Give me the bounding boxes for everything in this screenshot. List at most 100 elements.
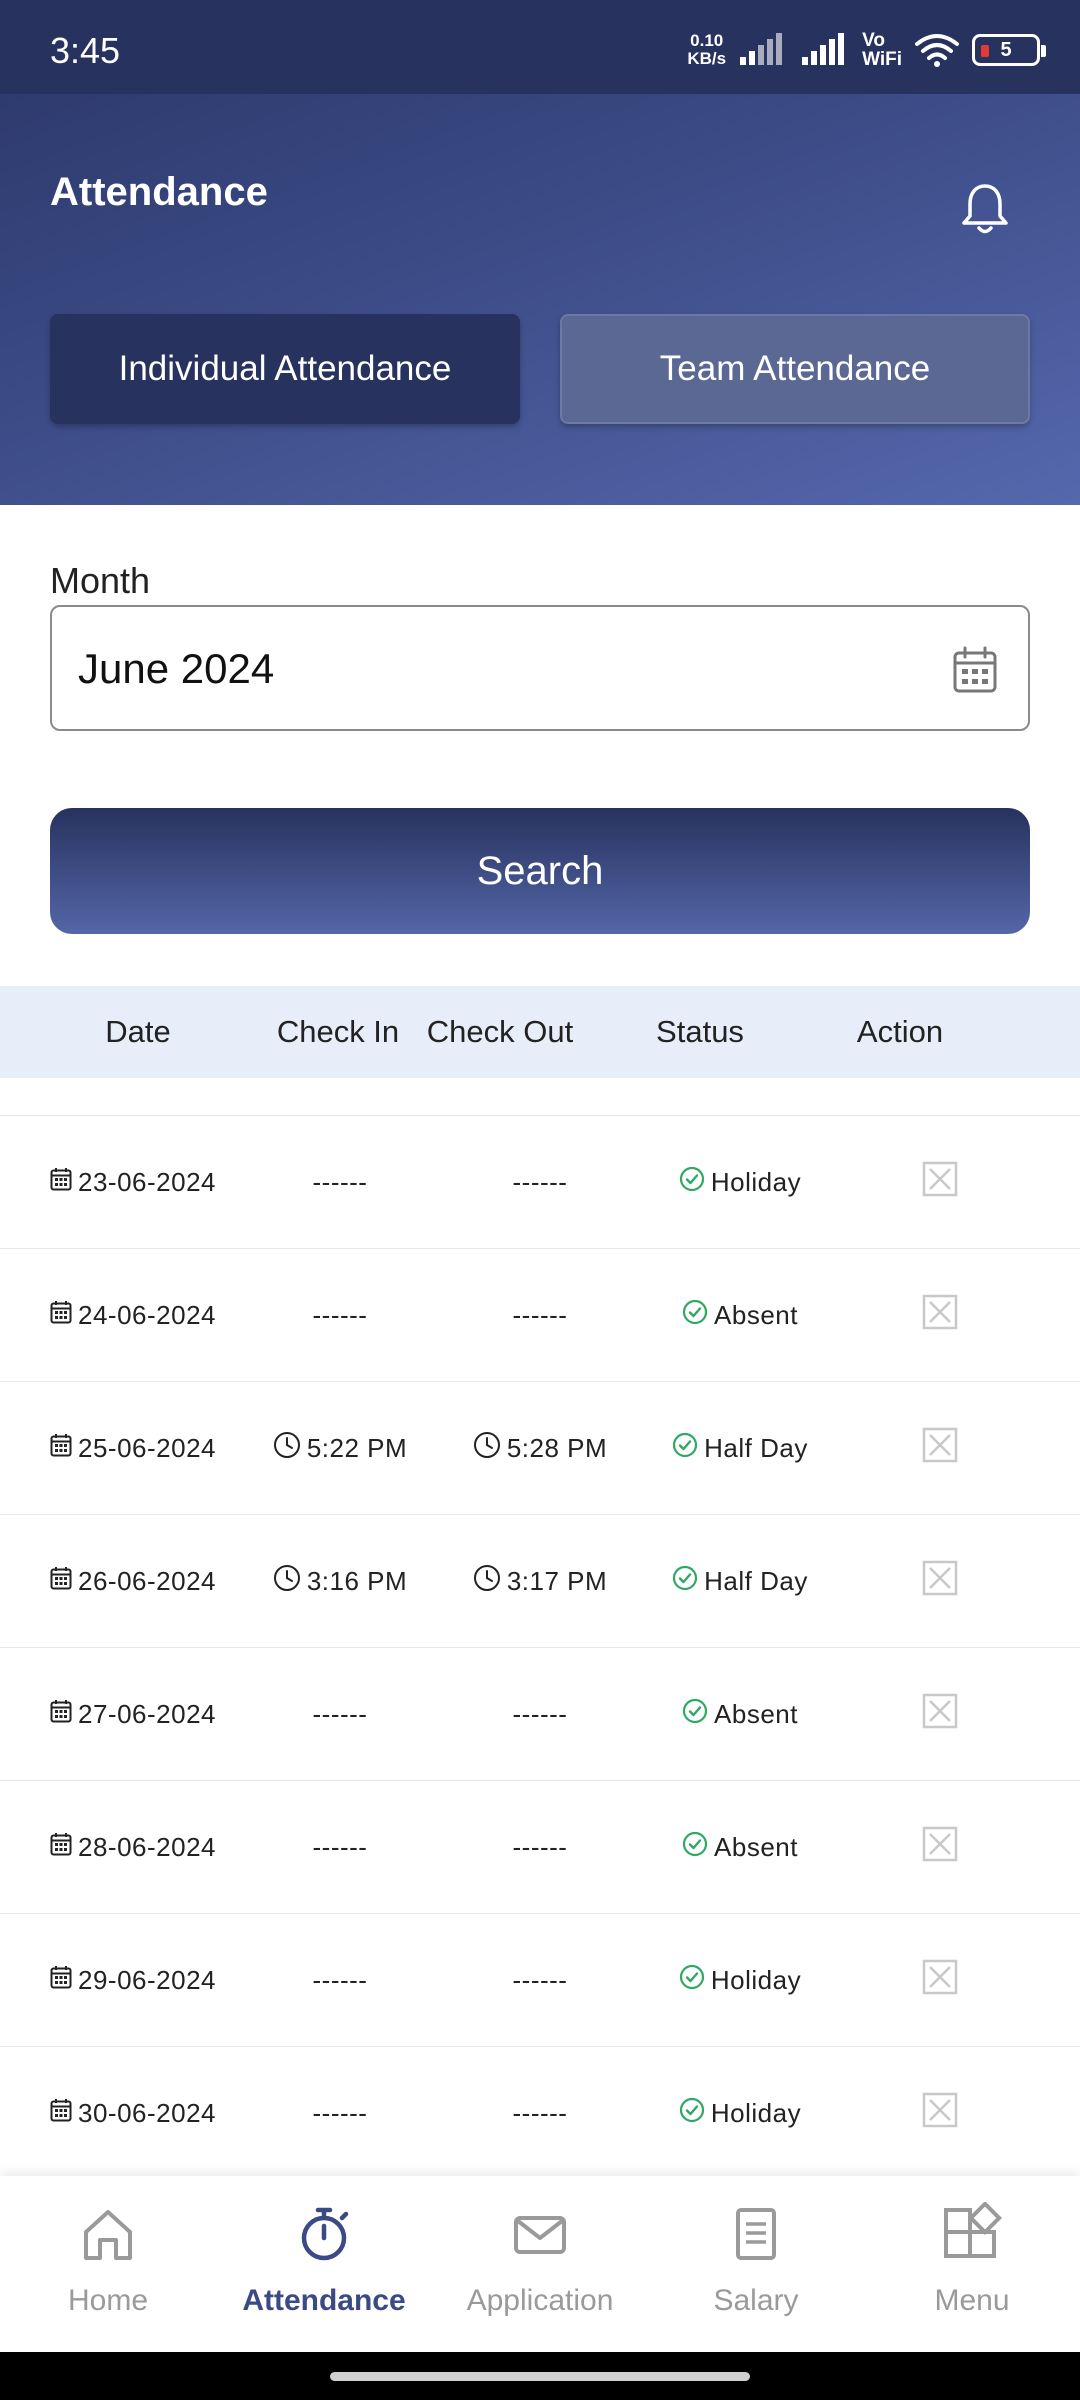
stopwatch-icon: [301, 2207, 349, 2261]
status-bar: 3:45 0.10 KB/s Vo WiFi 5: [0, 0, 1080, 94]
row-status: Holiday: [640, 1116, 840, 1249]
check-circle-icon: [682, 1299, 708, 1332]
row-check-out-text: 5:28 PM: [506, 1433, 608, 1463]
table-row: 23-06-2024 ------ ------ Holiday: [0, 1115, 1080, 1248]
vowifi-indicator: Vo WiFi: [862, 30, 902, 70]
tab-team-attendance[interactable]: Team Attendance: [560, 314, 1030, 424]
column-check-in: Check In: [276, 1014, 400, 1049]
nav-menu-label: Menu: [934, 2284, 1010, 2317]
row-check-in-text: ------: [312, 1699, 368, 1729]
row-check-out-text: ------: [512, 1965, 568, 1995]
row-check-in: 3:16 PM: [270, 1515, 410, 1648]
header: 3:45 0.10 KB/s Vo WiFi 5 Attendance Indi…: [0, 0, 1080, 505]
table-row: 27-06-2024 ------ ------ Absent: [0, 1647, 1080, 1780]
nav-home-label: Home: [67, 2284, 149, 2317]
nav-attendance[interactable]: Attendance: [216, 2176, 432, 2352]
row-action-button[interactable]: [920, 1648, 960, 1781]
row-action-button[interactable]: [920, 1515, 960, 1648]
nav-menu[interactable]: Menu: [864, 2176, 1080, 2352]
close-box-icon: [922, 1693, 958, 1736]
row-status: Holiday: [640, 1914, 840, 2047]
row-date-text: 25-06-2024: [78, 1433, 216, 1463]
check-circle-icon: [679, 1964, 705, 1997]
document-icon: [736, 2208, 776, 2260]
row-status-text: Absent: [714, 1832, 798, 1862]
row-date: 24-06-2024: [50, 1249, 216, 1382]
calendar-icon: [50, 1300, 72, 1331]
row-date-text: 26-06-2024: [78, 1566, 216, 1596]
nav-application[interactable]: Application: [432, 2176, 648, 2352]
close-box-icon: [922, 1560, 958, 1603]
table-row: 28-06-2024 ------ ------ Absent: [0, 1780, 1080, 1913]
row-check-in-text: ------: [312, 1167, 368, 1197]
row-check-in: ------: [270, 1648, 410, 1781]
row-check-in: ------: [270, 1116, 410, 1249]
row-date: 23-06-2024: [50, 1116, 216, 1249]
row-action-button[interactable]: [920, 1116, 960, 1249]
row-date-text: 29-06-2024: [78, 1965, 216, 1995]
search-button[interactable]: Search: [50, 808, 1030, 934]
row-action-button[interactable]: [920, 1382, 960, 1515]
row-status: Half Day: [640, 1515, 840, 1648]
row-check-in: ------: [270, 1781, 410, 1914]
table-row: 26-06-2024 3:16 PM 3:17 PM Half Day: [0, 1514, 1080, 1647]
table-row: 25-06-2024 5:22 PM 5:28 PM Half Day: [0, 1381, 1080, 1514]
row-check-out: ------: [470, 1781, 610, 1914]
row-check-in-text: 5:22 PM: [306, 1433, 408, 1463]
battery-icon: 5: [972, 34, 1046, 66]
row-action-button[interactable]: [920, 1781, 960, 1914]
column-check-out: Check Out: [426, 1014, 574, 1049]
calendar-icon: [50, 1832, 72, 1863]
row-status: Half Day: [640, 1382, 840, 1515]
table-header: Date Check In Check Out Status Action: [0, 986, 1080, 1078]
row-status-text: Holiday: [710, 2098, 802, 2128]
table-row: 29-06-2024 ------ ------ Holiday: [0, 1913, 1080, 2046]
row-check-out: ------: [470, 1116, 610, 1249]
check-circle-icon: [682, 1698, 708, 1731]
wifi-icon: [915, 34, 959, 67]
nav-attendance-label: Attendance: [242, 2284, 406, 2317]
gesture-bar: [0, 2352, 1080, 2400]
home-gesture-handle[interactable]: [330, 2372, 750, 2381]
row-status-text: Half Day: [704, 1566, 808, 1596]
row-check-out: ------: [470, 1648, 610, 1781]
nav-salary[interactable]: Salary: [648, 2176, 864, 2352]
row-check-out: ------: [470, 1249, 610, 1382]
clock-icon: [273, 1431, 301, 1466]
calendar-icon: [50, 1433, 72, 1464]
attendance-table-body: 23-06-2024 ------ ------ Holiday 24-06-2024 -…: [0, 1115, 1080, 2179]
row-check-out: 5:28 PM: [470, 1382, 610, 1515]
row-check-in-text: ------: [312, 2098, 368, 2128]
check-circle-icon: [682, 1831, 708, 1864]
row-check-in: ------: [270, 1249, 410, 1382]
month-picker-field[interactable]: June 2024: [50, 605, 1030, 731]
nav-home[interactable]: Home: [0, 2176, 216, 2352]
clock-icon: [473, 1564, 501, 1599]
clock-icon: [473, 1431, 501, 1466]
row-action-button[interactable]: [920, 1249, 960, 1382]
row-status: Absent: [640, 1648, 840, 1781]
column-status: Status: [656, 1014, 744, 1049]
row-check-out-text: ------: [512, 1699, 568, 1729]
notification-bell-icon[interactable]: [955, 178, 1015, 238]
row-status: Holiday: [640, 2047, 840, 2180]
check-circle-icon: [679, 2097, 705, 2130]
calendar-icon: [50, 1566, 72, 1597]
row-check-out-text: 3:17 PM: [506, 1566, 608, 1596]
month-label: Month: [50, 560, 151, 601]
clock-icon: [273, 1564, 301, 1599]
row-action-button[interactable]: [920, 2047, 960, 2180]
signal-icon-2: [802, 33, 845, 65]
row-status-text: Absent: [714, 1300, 798, 1330]
close-box-icon: [922, 1161, 958, 1204]
row-date-text: 27-06-2024: [78, 1699, 216, 1729]
close-box-icon: [922, 1826, 958, 1869]
app-screen: 3:45 0.10 KB/s Vo WiFi 5 Attendance Indi…: [0, 0, 1080, 2352]
row-action-button[interactable]: [920, 1914, 960, 2047]
calendar-icon[interactable]: [952, 645, 998, 695]
check-circle-icon: [672, 1432, 698, 1465]
home-icon: [84, 2210, 132, 2260]
tab-individual-attendance[interactable]: Individual Attendance: [50, 314, 520, 424]
row-check-out-text: ------: [512, 2098, 568, 2128]
grid-menu-icon: [944, 2202, 1002, 2258]
